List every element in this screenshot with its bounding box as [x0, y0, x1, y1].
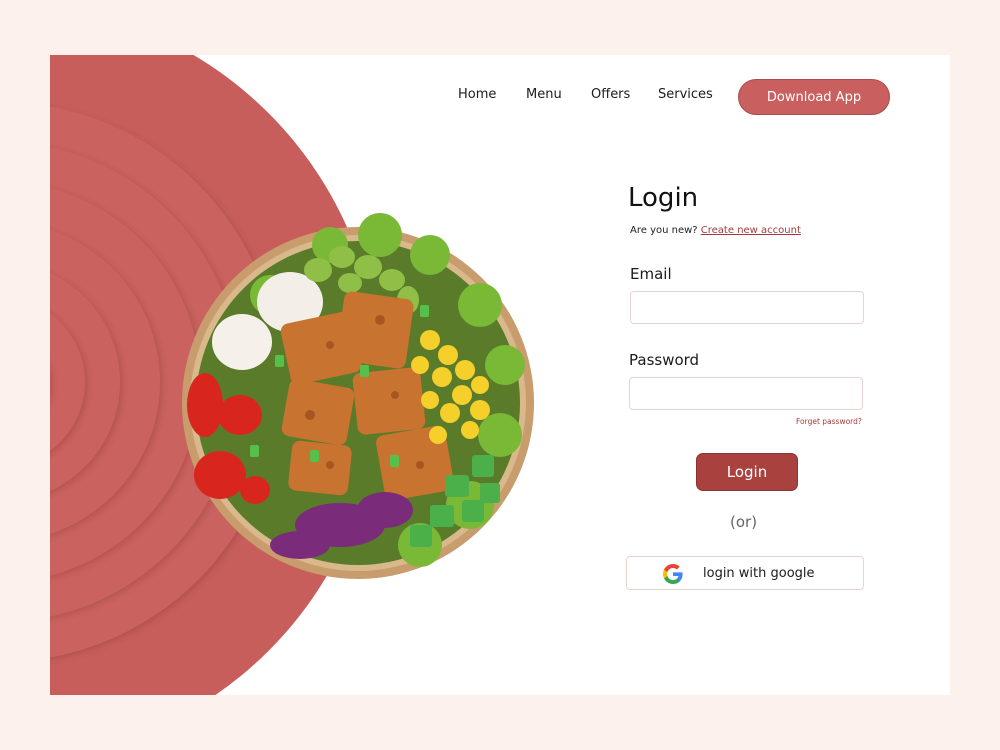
nav-services[interactable]: Services [658, 87, 713, 102]
login-title: Login [628, 183, 699, 213]
forgot-password-link[interactable]: Forget password? [796, 417, 862, 426]
signup-prompt-text: Are you new? [630, 225, 698, 236]
password-label: Password [629, 351, 700, 369]
google-login-label: login with google [703, 566, 815, 581]
salad-bowl-image [182, 213, 534, 579]
top-nav: Home Menu Offers Services Download App [50, 79, 950, 115]
or-divider: (or) [730, 513, 758, 531]
nav-home[interactable]: Home [458, 87, 496, 102]
page-card: Home Menu Offers Services Download App L… [50, 55, 950, 695]
email-field[interactable] [630, 291, 864, 324]
signup-prompt: Are you new? Create new account [630, 225, 801, 236]
email-label: Email [630, 265, 672, 283]
login-button[interactable]: Login [696, 453, 798, 491]
google-logo-icon [663, 564, 683, 584]
google-login-button[interactable]: login with google [626, 556, 864, 590]
create-account-link[interactable]: Create new account [701, 225, 801, 236]
nav-offers[interactable]: Offers [591, 87, 630, 102]
password-field[interactable] [629, 377, 863, 410]
download-app-button[interactable]: Download App [738, 79, 890, 115]
nav-menu[interactable]: Menu [526, 87, 562, 102]
